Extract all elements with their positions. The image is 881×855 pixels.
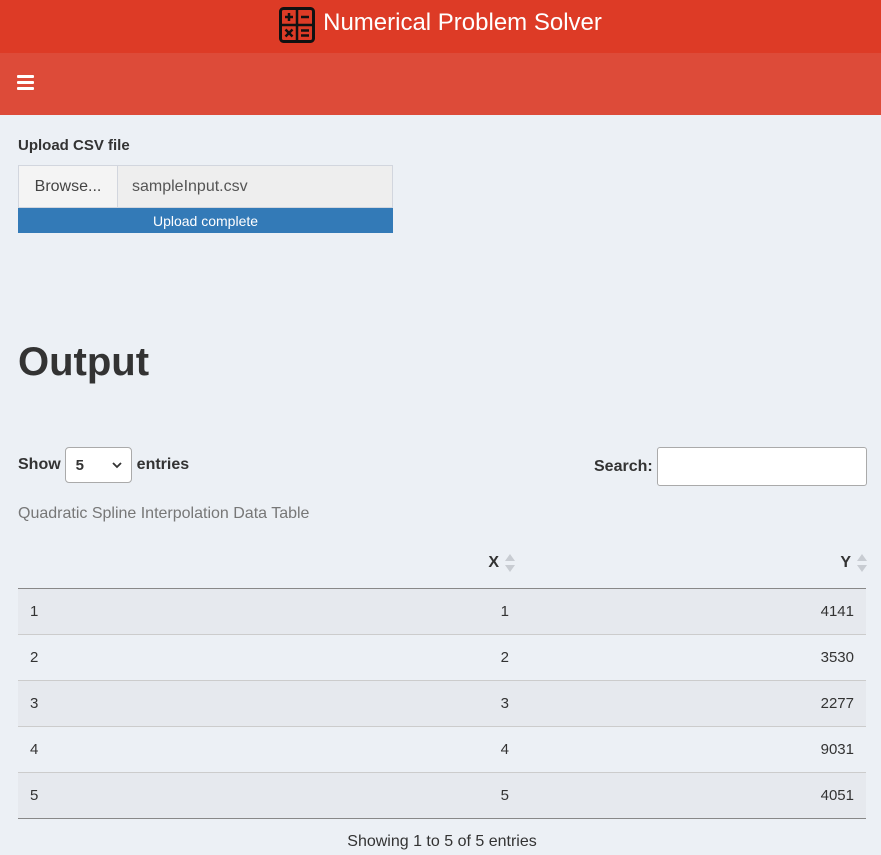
app-title: Numerical Problem Solver — [323, 9, 602, 36]
sort-icon — [505, 553, 515, 572]
page-length-select[interactable]: 5 — [64, 447, 132, 483]
y-cell: 9031 — [820, 740, 854, 758]
table-row: 1 1 4141 — [18, 588, 866, 634]
x-cell: 1 — [500, 602, 509, 620]
navbar — [0, 53, 881, 115]
entries-label: entries — [136, 456, 190, 473]
file-input-group: Browse... sampleInput.csv — [18, 165, 393, 208]
search-input[interactable] — [656, 447, 867, 486]
app-header: Numerical Problem Solver — [0, 0, 881, 53]
y-cell: 4051 — [820, 786, 854, 804]
search-label: Search: — [594, 457, 653, 475]
column-header-x-label: X — [488, 553, 499, 571]
column-header-index — [18, 538, 378, 589]
y-cell: 4141 — [820, 602, 854, 620]
table-caption: Quadratic Spline Interpolation Data Tabl… — [18, 505, 310, 522]
column-header-y[interactable]: Y — [514, 538, 867, 589]
output-heading: Output — [18, 340, 150, 384]
row-index-cell: 3 — [30, 694, 39, 712]
file-name-field[interactable]: sampleInput.csv — [118, 166, 392, 207]
row-index-cell: 4 — [30, 740, 39, 758]
column-header-x[interactable]: X — [378, 538, 515, 589]
show-label: Show — [18, 456, 61, 473]
chevron-down-icon — [112, 462, 122, 469]
page-length-value: 5 — [75, 456, 85, 474]
table-info: Showing 1 to 5 of 5 entries — [347, 833, 537, 850]
upload-progress-bar: Upload complete — [18, 208, 393, 233]
search-control: Search: — [594, 447, 867, 486]
y-cell: 2277 — [820, 694, 854, 712]
table-header-row: X Y — [18, 538, 867, 589]
column-header-y-label: Y — [840, 553, 851, 571]
table-row: 3 3 2277 — [18, 680, 866, 726]
row-index-cell: 5 — [30, 786, 39, 804]
calculator-icon — [279, 7, 316, 43]
browse-button[interactable]: Browse... — [19, 166, 118, 207]
table-row: 5 5 4051 — [18, 772, 866, 818]
data-table: X Y 1 1 4141 2 2 3530 3 3 2277 4 4 9031 … — [18, 538, 867, 819]
x-cell: 2 — [500, 648, 509, 666]
x-cell: 3 — [500, 694, 509, 712]
x-cell: 5 — [500, 786, 509, 804]
sort-icon — [857, 553, 867, 572]
x-cell: 4 — [500, 740, 509, 758]
page-length-control: Show 5 entries — [18, 447, 189, 483]
table-row: 2 2 3530 — [18, 634, 866, 680]
row-index-cell: 1 — [30, 602, 39, 620]
hamburger-menu-icon[interactable] — [17, 75, 35, 91]
row-index-cell: 2 — [30, 648, 39, 666]
y-cell: 3530 — [820, 648, 854, 666]
upload-label: Upload CSV file — [18, 137, 130, 154]
table-row: 4 4 9031 — [18, 726, 866, 772]
